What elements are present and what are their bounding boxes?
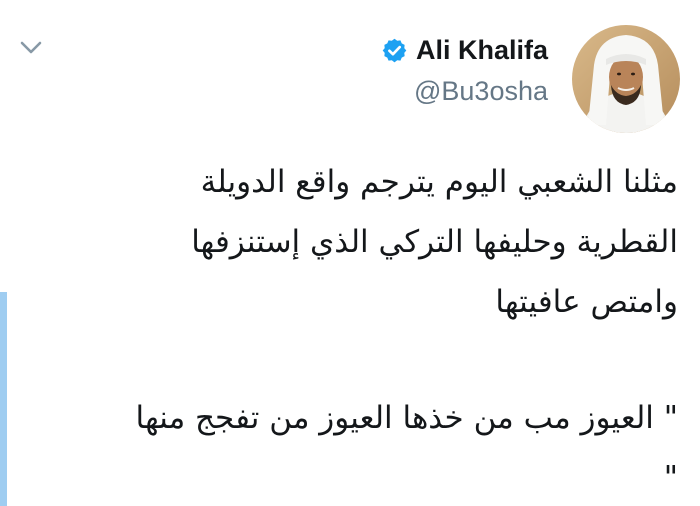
- name-row: Ali Khalifa: [381, 28, 548, 72]
- tweet-text: مثلنا الشعبي اليوم يترجم واقع الدويلة ال…: [28, 152, 679, 506]
- tweet-text-line: " العيوز مب من خذها العيوز من تفجج منها: [135, 400, 679, 436]
- verified-badge-icon: [381, 37, 408, 64]
- author-handle[interactable]: @Bu3osha: [381, 76, 548, 107]
- tweet-text-spacer: [28, 332, 678, 388]
- tweet-text-line: مثلنا الشعبي اليوم يترجم واقع الدويلة: [200, 164, 678, 200]
- tweet-card: Ali Khalifa @Bu3osha مثلنا الشعبي اليوم …: [0, 0, 700, 506]
- avatar[interactable]: [572, 25, 680, 133]
- author-header: Ali Khalifa @Bu3osha: [381, 28, 548, 107]
- tweet-text-line: القطرية وحليفها التركي الذي إستنزفها: [191, 224, 678, 260]
- tweet-text-line: ": [663, 460, 678, 496]
- author-display-name[interactable]: Ali Khalifa: [416, 35, 548, 66]
- chevron-down-icon[interactable]: [20, 40, 42, 56]
- scroll-indicator: [0, 292, 7, 506]
- tweet-text-line: وامتص عافيتها: [495, 284, 678, 320]
